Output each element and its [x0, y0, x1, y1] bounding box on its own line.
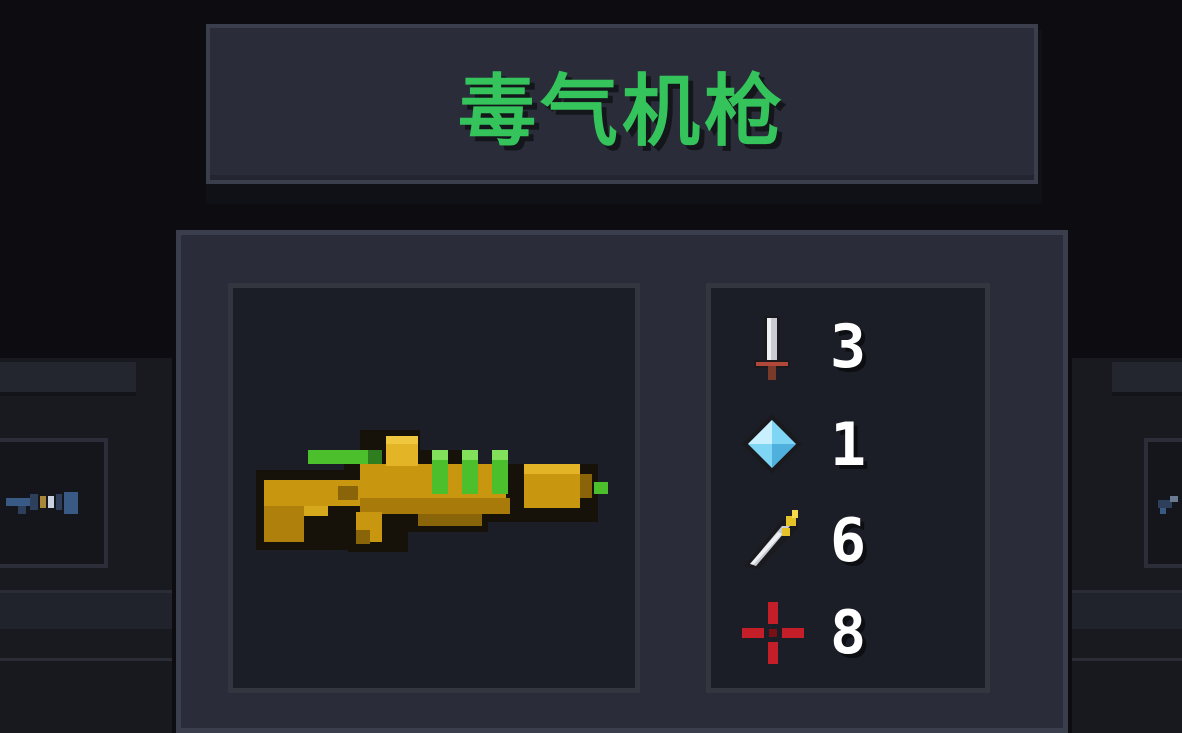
left-neighbor-panel[interactable] — [0, 358, 172, 733]
damage-value: 3 — [830, 312, 867, 382]
right-neighbor-base — [1072, 658, 1182, 733]
weapon-name: 毒气机枪 — [457, 67, 786, 157]
right-neighbor-panel[interactable] — [1072, 358, 1182, 733]
left-weapon-preview-icon — [6, 492, 78, 514]
stat-energy-cost: 1 — [738, 410, 938, 480]
left-neighbor-base — [0, 658, 172, 733]
accuracy-value: 8 — [830, 598, 867, 668]
title-banner: 毒气机枪 — [206, 24, 1038, 184]
feather-knife-icon — [744, 510, 798, 570]
stat-damage: 3 — [738, 312, 938, 382]
critical-value: 6 — [830, 506, 867, 576]
stat-accuracy: 8 — [738, 598, 938, 668]
stat-critical: 6 — [738, 506, 938, 576]
right-neighbor-shelf — [1072, 590, 1182, 629]
left-neighbor-window — [0, 438, 108, 568]
right-neighbor-header — [1112, 362, 1182, 396]
right-weapon-preview-icon — [1158, 496, 1178, 514]
sword-icon — [754, 316, 790, 380]
energy-cost-value: 1 — [830, 410, 867, 480]
red-crosshair-icon — [742, 602, 804, 664]
toxic-gas-machine-gun-icon — [256, 430, 608, 552]
right-neighbor-window — [1144, 438, 1182, 568]
blue-crystal-icon — [742, 414, 802, 474]
left-neighbor-header — [0, 362, 136, 396]
left-neighbor-shelf — [0, 590, 172, 629]
